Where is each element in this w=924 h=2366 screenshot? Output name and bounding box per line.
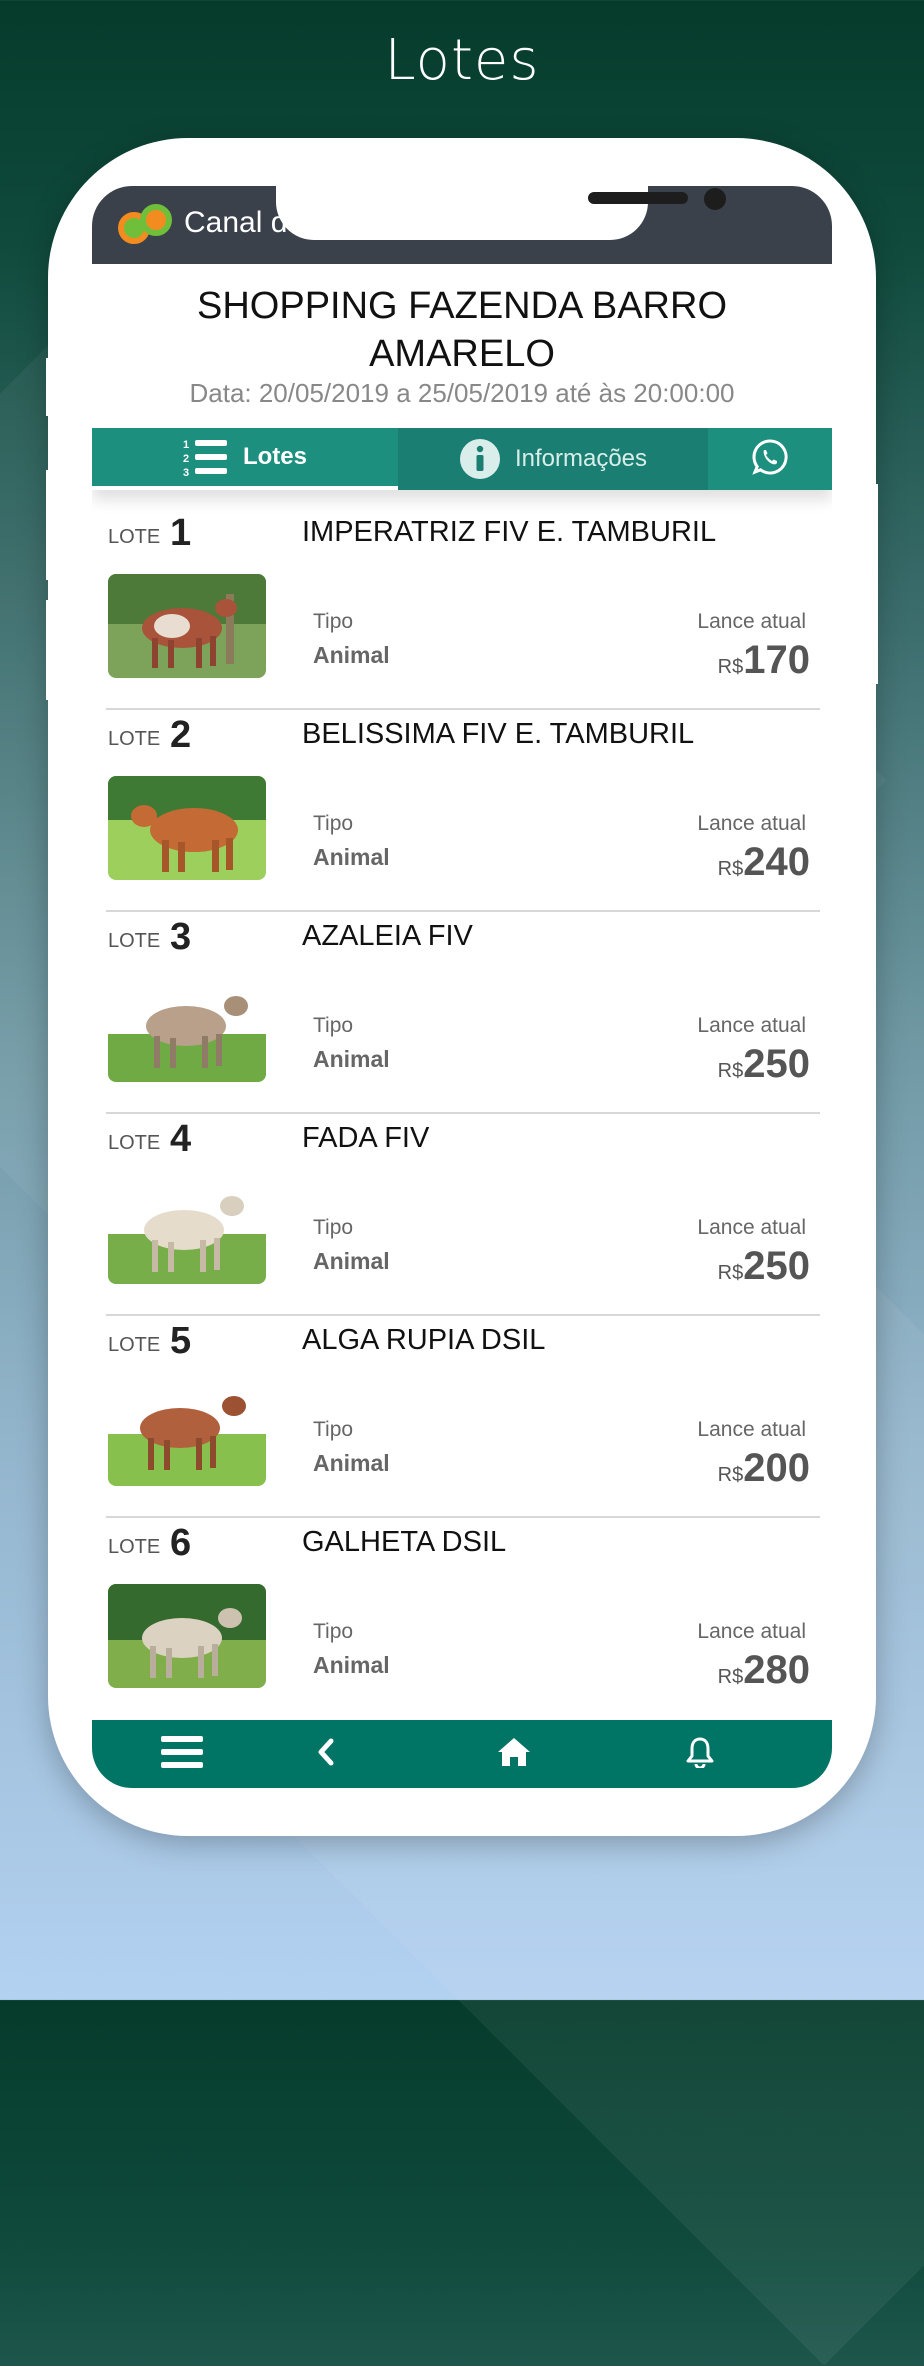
tipo-value: Animal [313, 1046, 390, 1072]
auction-date: Data: 20/05/2019 a 25/05/2019 até às 20:… [189, 378, 735, 408]
tipo-value: Animal [313, 844, 390, 870]
phone-side-button [46, 470, 52, 580]
lance-label: Lance atual [697, 1216, 806, 1239]
info-icon [459, 438, 501, 480]
current-bid: R$240 [717, 840, 810, 884]
lot-name: GALHETA DSIL [302, 1526, 507, 1558]
tab-informacoes-label: Informações [514, 445, 648, 472]
tipo-label: Tipo [313, 1620, 354, 1643]
bottom-nav [92, 1720, 832, 1788]
tipo-label: Tipo [313, 610, 354, 633]
current-bid: R$280 [717, 1648, 810, 1692]
lot-item[interactable]: LOTE 5 ALGA RUPIA DSIL Tipo Animal Lance… [106, 1316, 820, 1518]
lot-number: 3 [170, 916, 192, 958]
lance-label: Lance atual [697, 1620, 806, 1643]
lot-label: LOTE [108, 1132, 161, 1154]
whatsapp-icon [751, 438, 789, 481]
back-button[interactable] [302, 1732, 350, 1776]
lot-list: LOTE 1 IMPERATRIZ FIV E. TAMBURIL Tipo A… [106, 508, 820, 1718]
back-icon [315, 1737, 337, 1772]
lot-label: LOTE [108, 1536, 161, 1558]
lot-number: 6 [170, 1522, 192, 1564]
lot-name: AZALEIA FIV [302, 920, 473, 952]
tipo-value: Animal [313, 642, 390, 668]
numbered-list-icon: 1 2 3 [183, 437, 229, 477]
svg-text:3: 3 [183, 467, 189, 477]
app-header: Canal do Leilão [92, 186, 832, 264]
camera [704, 188, 726, 210]
page-title: Lotes [384, 28, 540, 93]
lot-label: LOTE [108, 1334, 161, 1356]
lot-number: 5 [170, 1320, 192, 1362]
lot-photo[interactable] [108, 574, 266, 678]
lot-name: IMPERATRIZ FIV E. TAMBURIL [302, 516, 717, 548]
menu-icon [161, 1734, 203, 1775]
auction-title: SHOPPING FAZENDA BARRO AMARELO [197, 285, 727, 375]
phone-notch [276, 186, 726, 240]
current-bid: R$250 [717, 1042, 810, 1086]
lot-name: FADA FIV [302, 1122, 430, 1154]
svg-text:2: 2 [183, 453, 189, 465]
lot-photo[interactable] [108, 776, 266, 880]
tipo-value: Animal [313, 1248, 390, 1274]
tipo-label: Tipo [313, 1014, 354, 1037]
lot-label: LOTE [108, 930, 161, 952]
lot-photo[interactable] [108, 1584, 266, 1688]
lot-number: 1 [170, 512, 192, 554]
home-icon [496, 1736, 532, 1773]
phone-side-button [46, 600, 52, 700]
app-logo [118, 202, 174, 246]
tipo-label: Tipo [313, 812, 354, 835]
lot-item[interactable]: LOTE 2 BELISSIMA FIV E. TAMBURIL Tipo An… [106, 710, 820, 912]
lance-label: Lance atual [697, 610, 806, 633]
tab-bar: 1 2 3 Lotes Informações [92, 428, 832, 490]
app-screen: Canal do Leilão SHOPPING FAZENDA BARRO A… [92, 186, 832, 1788]
lot-label: LOTE [108, 728, 161, 750]
lot-item[interactable]: LOTE 4 FADA FIV Tipo Animal Lance atual … [106, 1114, 820, 1316]
tipo-value: Animal [313, 1450, 390, 1476]
lot-number: 2 [170, 714, 192, 756]
lot-photo[interactable] [108, 978, 266, 1082]
menu-button[interactable] [158, 1732, 206, 1776]
svg-text:1: 1 [183, 439, 189, 451]
lance-label: Lance atual [697, 1418, 806, 1441]
lot-name: ALGA RUPIA DSIL [302, 1324, 546, 1356]
lot-item[interactable]: LOTE 3 AZALEIA FIV Tipo Animal Lance atu… [106, 912, 820, 1114]
current-bid: R$170 [717, 638, 810, 682]
tab-lotes[interactable]: 1 2 3 Lotes [92, 428, 398, 490]
tipo-label: Tipo [313, 1216, 354, 1239]
tab-whatsapp[interactable] [708, 428, 832, 490]
phone-side-button [872, 484, 878, 684]
lance-label: Lance atual [697, 1014, 806, 1037]
tab-informacoes[interactable]: Informações [398, 428, 708, 490]
phone-side-button [46, 358, 52, 416]
lance-label: Lance atual [697, 812, 806, 835]
notifications-button[interactable] [676, 1732, 724, 1776]
lot-number: 4 [170, 1118, 192, 1160]
tipo-label: Tipo [313, 1418, 354, 1441]
home-button[interactable] [490, 1732, 538, 1776]
speaker [588, 192, 688, 204]
tipo-value: Animal [313, 1652, 390, 1678]
lot-photo[interactable] [108, 1180, 266, 1284]
current-bid: R$200 [717, 1446, 810, 1490]
bell-icon [686, 1736, 714, 1773]
lot-photo[interactable] [108, 1382, 266, 1486]
tab-lotes-label: Lotes [242, 443, 307, 470]
lot-item[interactable]: LOTE 6 GALHETA DSIL Tipo Animal Lance at… [106, 1518, 820, 1718]
current-bid: R$250 [717, 1244, 810, 1288]
lot-label: LOTE [108, 526, 161, 548]
lot-item[interactable]: LOTE 1 IMPERATRIZ FIV E. TAMBURIL Tipo A… [106, 508, 820, 710]
lot-name: BELISSIMA FIV E. TAMBURIL [302, 718, 695, 750]
